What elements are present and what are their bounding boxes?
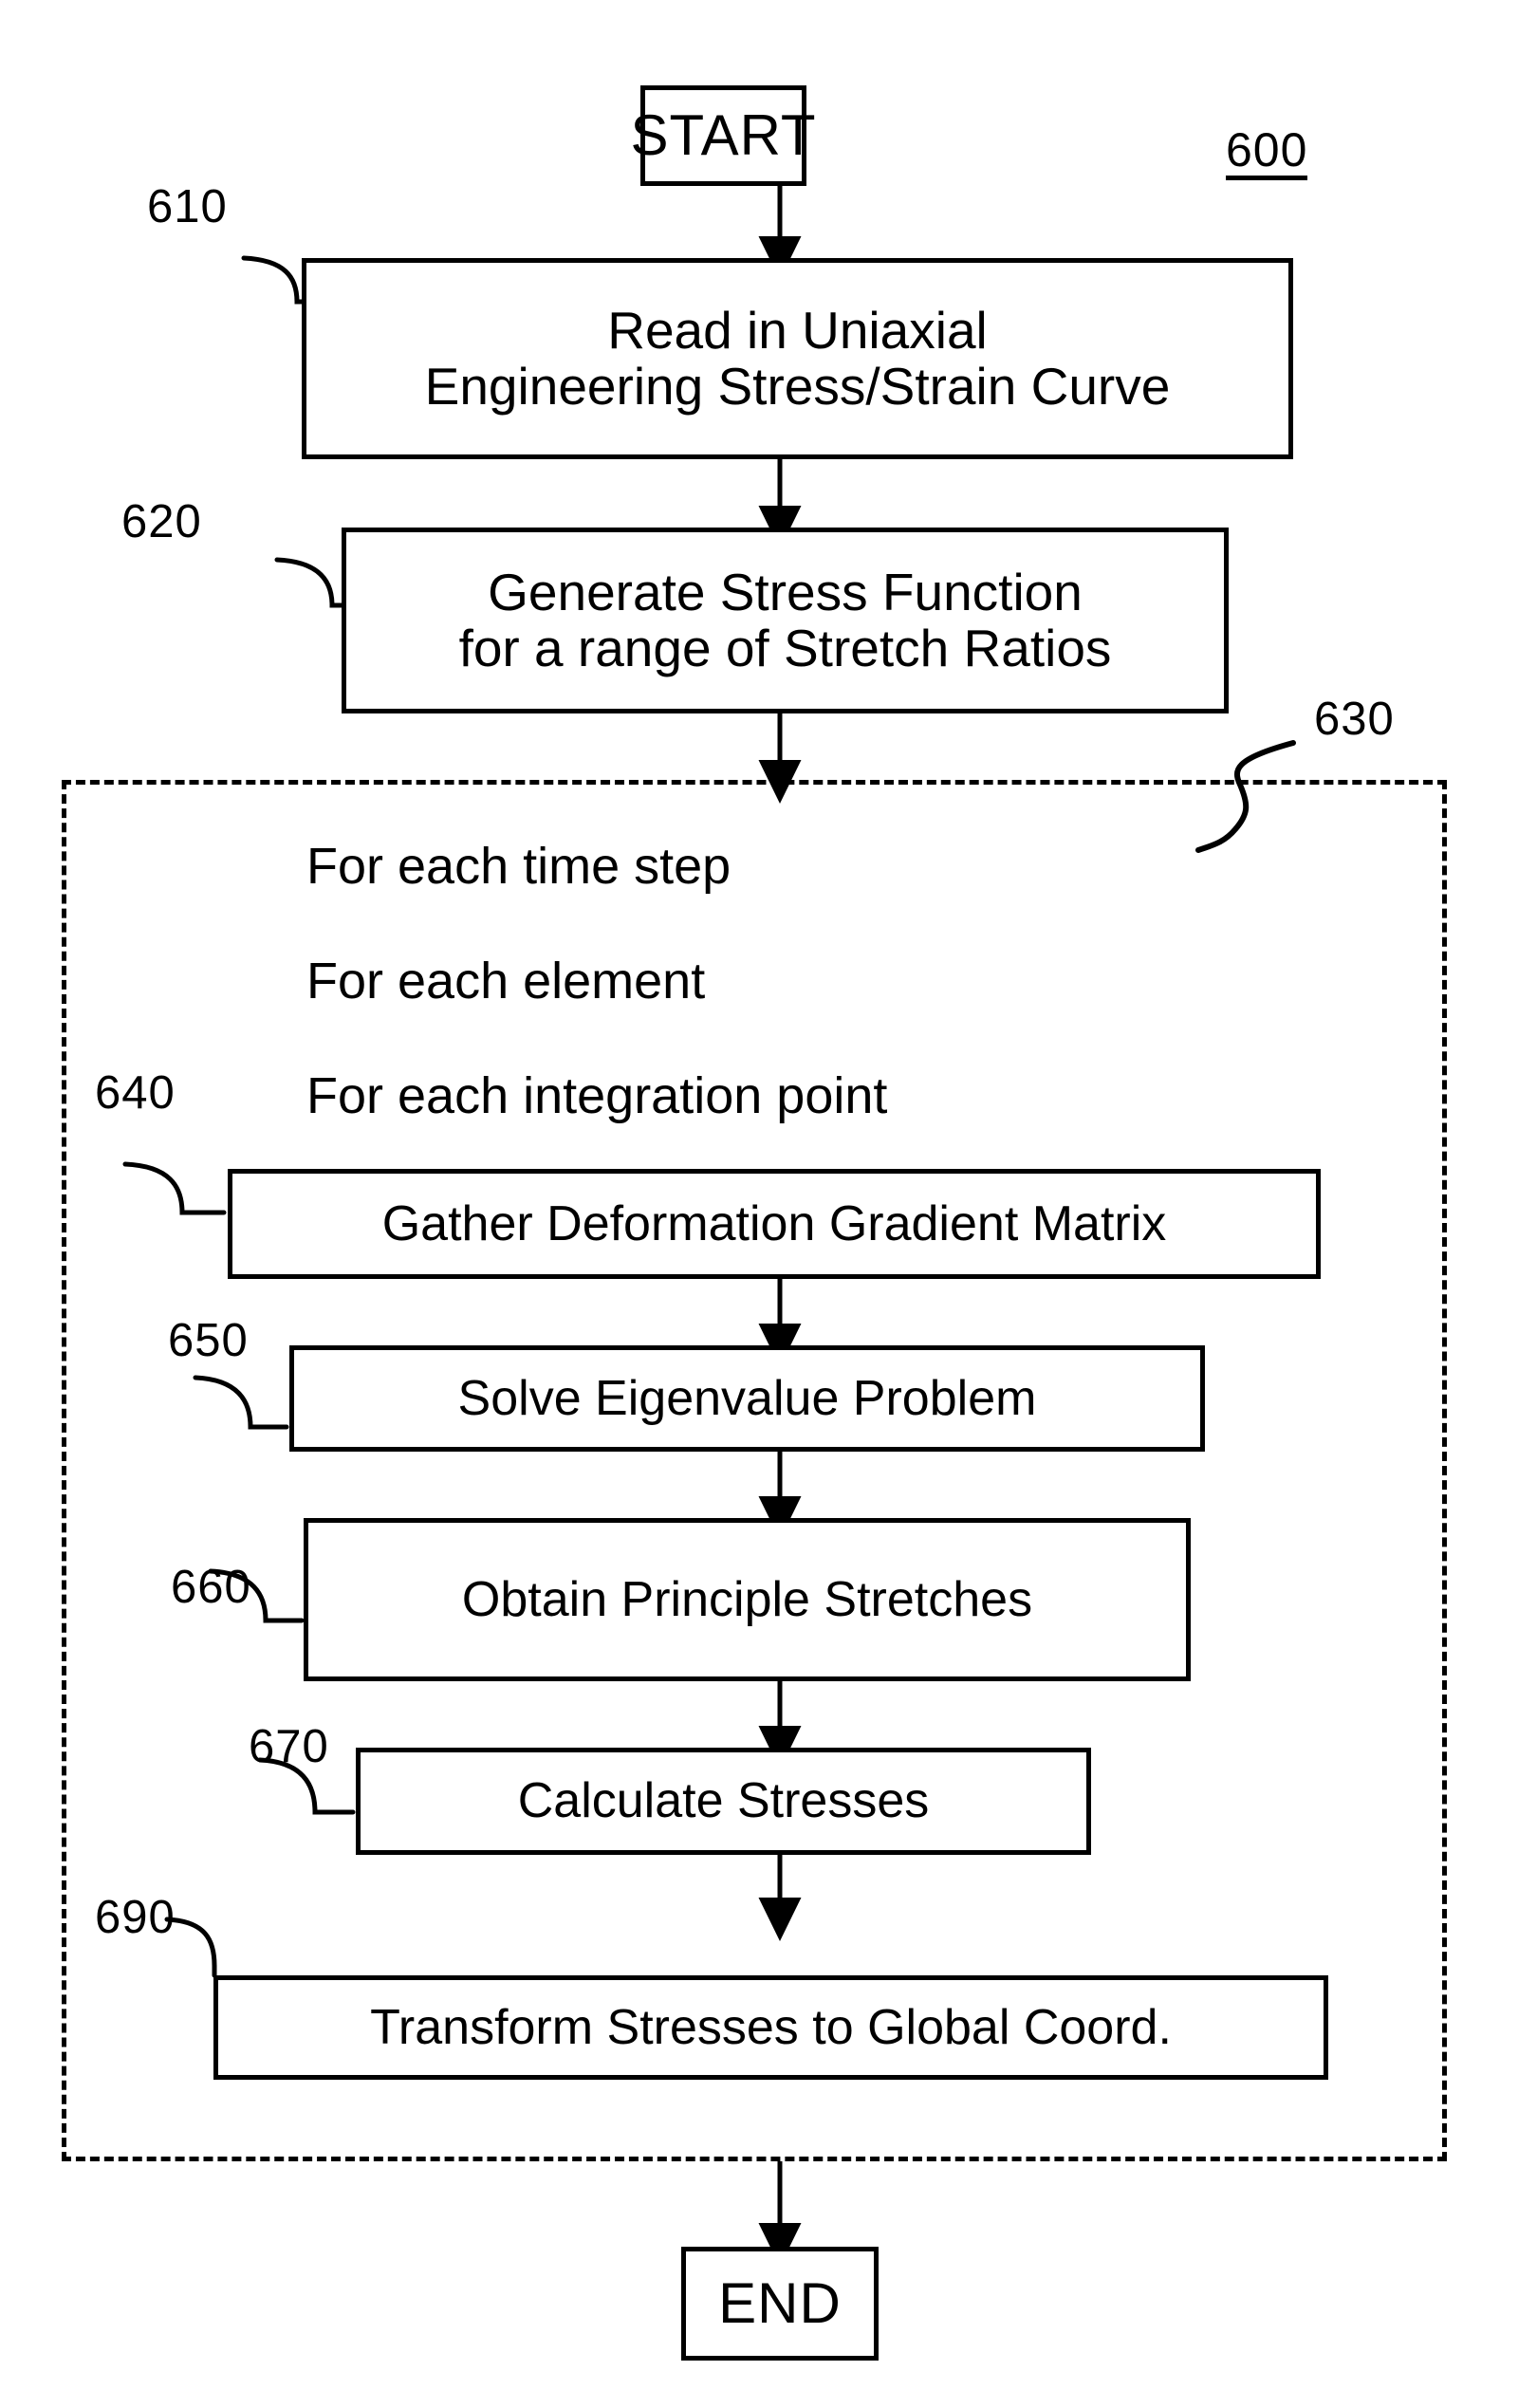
ref-numeral-670: 670	[249, 1721, 329, 1772]
ref-numeral-640: 640	[95, 1067, 176, 1119]
stress-function-line2: for a range of Stretch Ratios	[458, 619, 1112, 677]
calculate-stresses-label: Calculate Stresses	[517, 1773, 930, 1829]
solve-eigenvalue-label: Solve Eigenvalue Problem	[457, 1370, 1037, 1426]
loop-label-time-step: For each time step	[306, 838, 731, 895]
end-terminal: END	[681, 2247, 879, 2361]
process-obtain-stretches: Obtain Principle Stretches	[304, 1518, 1191, 1681]
gather-matrix-label: Gather Deformation Gradient Matrix	[381, 1195, 1167, 1251]
ref-numeral-660: 660	[171, 1562, 251, 1613]
loop-label-integration-point: For each integration point	[306, 1067, 888, 1124]
process-gather-matrix: Gather Deformation Gradient Matrix	[228, 1169, 1321, 1279]
loop-block-630	[62, 780, 1447, 2161]
process-calculate-stresses: Calculate Stresses	[356, 1748, 1091, 1855]
process-read-curve: Read in Uniaxial Engineering Stress/Stra…	[302, 258, 1293, 459]
stress-function-line1: Generate Stress Function	[488, 562, 1083, 621]
ref-numeral-630: 630	[1314, 694, 1395, 745]
read-curve-line2: Engineering Stress/Strain Curve	[424, 357, 1171, 416]
obtain-stretches-label: Obtain Principle Stretches	[461, 1571, 1033, 1627]
end-label: END	[718, 2270, 842, 2335]
loop-label-element: For each element	[306, 953, 706, 1010]
ref-numeral-620: 620	[121, 496, 202, 547]
ref-numeral-690: 690	[95, 1892, 176, 1943]
ref-numeral-610: 610	[147, 181, 228, 232]
ref-numeral-650: 650	[168, 1315, 249, 1366]
patent-figure-600: 600 START 610 Read in Uniaxial Engineeri…	[0, 0, 1537, 2408]
start-terminal: START	[630, 85, 816, 186]
process-transform-stresses: Transform Stresses to Global Coord.	[213, 1975, 1328, 2080]
read-curve-line1: Read in Uniaxial	[607, 300, 988, 360]
process-solve-eigenvalue: Solve Eigenvalue Problem	[289, 1345, 1205, 1452]
figure-number-600: 600	[1226, 126, 1308, 180]
process-stress-function: Generate Stress Function for a range of …	[342, 528, 1229, 713]
transform-stresses-label: Transform Stresses to Global Coord.	[370, 1999, 1172, 2055]
start-label: START	[630, 102, 817, 167]
